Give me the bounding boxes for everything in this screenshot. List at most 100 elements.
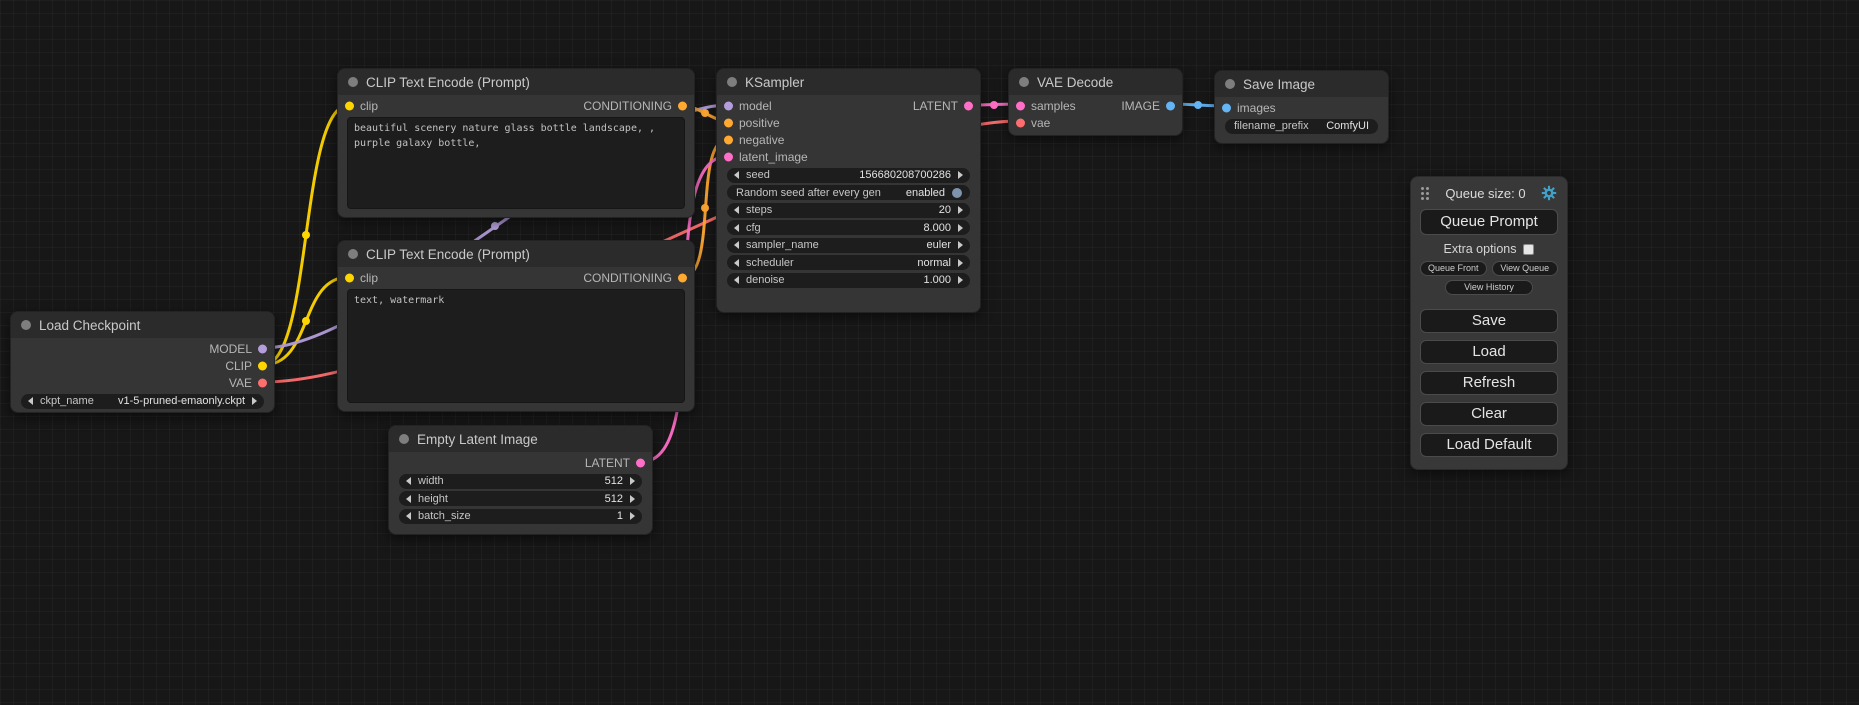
positive-prompt-textarea[interactable]: beautiful scenery nature glass bottle la… (347, 117, 685, 209)
increment-arrow-icon[interactable] (958, 276, 963, 284)
link-center-dot[interactable] (1194, 101, 1202, 109)
node-load-checkpoint[interactable]: Load Checkpoint MODEL CLIP VAE ckpt_name… (10, 311, 275, 413)
ckpt-name-widget[interactable]: ckpt_name v1-5-pruned-emaonly.ckpt (21, 394, 264, 409)
node-title: KSampler (745, 75, 804, 90)
node-clip-text-encode-positive[interactable]: CLIP Text Encode (Prompt) clip CONDITION… (337, 68, 695, 218)
node-title-bar[interactable]: Save Image (1215, 71, 1388, 97)
batch-size-widget[interactable]: batch_size 1 (399, 509, 642, 524)
widget-label: Random seed after every gen (736, 187, 881, 199)
conditioning-output-dot[interactable] (678, 273, 687, 282)
input-label: negative (739, 133, 784, 147)
vae-output-dot[interactable] (258, 378, 267, 387)
link-center-dot[interactable] (701, 204, 709, 212)
link-center-dot[interactable] (302, 231, 310, 239)
clip-input-dot[interactable] (345, 101, 354, 110)
node-ksampler[interactable]: KSampler model LATENT positive negative … (716, 68, 981, 313)
node-title-bar[interactable]: Load Checkpoint (11, 312, 274, 338)
node-save-image[interactable]: Save Image images filename_prefix ComfyU… (1214, 70, 1389, 144)
comfy-menu-panel[interactable]: Queue size: 0 Queue Prompt Extra options… (1410, 176, 1568, 470)
menu-header: Queue size: 0 (1420, 183, 1558, 208)
increment-arrow-icon[interactable] (958, 171, 963, 179)
comfyui-canvas[interactable]: Load Checkpoint MODEL CLIP VAE ckpt_name… (0, 0, 1859, 705)
decrement-arrow-icon[interactable] (406, 512, 411, 520)
cfg-widget[interactable]: cfg 8.000 (727, 220, 970, 235)
prev-value-arrow-icon[interactable] (28, 397, 33, 405)
extra-options-checkbox[interactable] (1523, 244, 1534, 255)
save-button[interactable]: Save (1420, 309, 1558, 333)
increment-arrow-icon[interactable] (958, 224, 963, 232)
filename-prefix-widget[interactable]: filename_prefix ComfyUI (1225, 119, 1378, 134)
clear-button[interactable]: Clear (1420, 402, 1558, 426)
increment-arrow-icon[interactable] (630, 495, 635, 503)
node-title: Empty Latent Image (417, 432, 538, 447)
increment-arrow-icon[interactable] (630, 477, 635, 485)
decrement-arrow-icon[interactable] (734, 206, 739, 214)
width-widget[interactable]: width 512 (399, 474, 642, 489)
decrement-arrow-icon[interactable] (734, 276, 739, 284)
link-center-dot[interactable] (491, 222, 499, 230)
latent-output-dot[interactable] (964, 101, 973, 110)
model-input-dot[interactable] (724, 101, 733, 110)
positive-input-dot[interactable] (724, 118, 733, 127)
output-label: VAE (229, 376, 252, 390)
node-empty-latent-image[interactable]: Empty Latent Image LATENT width 512 heig… (388, 425, 653, 535)
link-center-dot[interactable] (701, 109, 709, 117)
sampler-name-widget[interactable]: sampler_name euler (727, 238, 970, 253)
node-status-dot-icon (1019, 77, 1029, 87)
link-center-dot[interactable] (302, 317, 310, 325)
decrement-arrow-icon[interactable] (734, 171, 739, 179)
refresh-button[interactable]: Refresh (1420, 371, 1558, 395)
decrement-arrow-icon[interactable] (406, 477, 411, 485)
next-value-arrow-icon[interactable] (252, 397, 257, 405)
clip-input-dot[interactable] (345, 273, 354, 282)
load-button[interactable]: Load (1420, 340, 1558, 364)
prev-value-arrow-icon[interactable] (734, 241, 739, 249)
decrement-arrow-icon[interactable] (734, 224, 739, 232)
images-input-dot[interactable] (1222, 103, 1231, 112)
samples-input-dot[interactable] (1016, 101, 1025, 110)
input-label: clip (360, 271, 378, 285)
conditioning-output-dot[interactable] (678, 101, 687, 110)
increment-arrow-icon[interactable] (630, 512, 635, 520)
latent-image-input-dot[interactable] (724, 152, 733, 161)
prev-value-arrow-icon[interactable] (734, 259, 739, 267)
node-title-bar[interactable]: VAE Decode (1009, 69, 1182, 95)
denoise-widget[interactable]: denoise 1.000 (727, 273, 970, 288)
increment-arrow-icon[interactable] (958, 206, 963, 214)
node-title-bar[interactable]: Empty Latent Image (389, 426, 652, 452)
node-title-bar[interactable]: CLIP Text Encode (Prompt) (338, 241, 694, 267)
view-history-button[interactable]: View History (1445, 280, 1533, 295)
node-vae-decode[interactable]: VAE Decode samples IMAGE vae (1008, 68, 1183, 136)
height-widget[interactable]: height 512 (399, 491, 642, 506)
queue-prompt-button[interactable]: Queue Prompt (1420, 209, 1558, 235)
widget-value: 512 (605, 475, 623, 487)
image-output-dot[interactable] (1166, 101, 1175, 110)
drag-handle-icon[interactable] (1421, 186, 1430, 200)
scheduler-widget[interactable]: scheduler normal (727, 255, 970, 270)
model-output-dot[interactable] (258, 344, 267, 353)
next-value-arrow-icon[interactable] (958, 259, 963, 267)
output-slot-clip: CLIP (11, 357, 274, 374)
settings-gear-icon[interactable] (1541, 185, 1557, 201)
negative-input-dot[interactable] (724, 135, 733, 144)
node-clip-text-encode-negative[interactable]: CLIP Text Encode (Prompt) clip CONDITION… (337, 240, 695, 412)
link-center-dot[interactable] (990, 101, 998, 109)
node-title-bar[interactable]: KSampler (717, 69, 980, 95)
random-seed-toggle-widget[interactable]: Random seed after every gen enabled (727, 185, 970, 200)
node-title-bar[interactable]: CLIP Text Encode (Prompt) (338, 69, 694, 95)
seed-widget[interactable]: seed 156680208700286 (727, 168, 970, 183)
negative-prompt-textarea[interactable]: text, watermark (347, 289, 685, 403)
clip-output-dot[interactable] (258, 361, 267, 370)
decrement-arrow-icon[interactable] (406, 495, 411, 503)
next-value-arrow-icon[interactable] (958, 241, 963, 249)
widget-label: seed (746, 169, 770, 181)
view-queue-button[interactable]: View Queue (1492, 261, 1559, 276)
load-default-button[interactable]: Load Default (1420, 433, 1558, 457)
latent-output-dot[interactable] (636, 458, 645, 467)
queue-front-button[interactable]: Queue Front (1420, 261, 1487, 276)
steps-widget[interactable]: steps 20 (727, 203, 970, 218)
vae-input-dot[interactable] (1016, 118, 1025, 127)
node-title: Load Checkpoint (39, 318, 140, 333)
extra-options-label: Extra options (1444, 242, 1517, 256)
toggle-indicator-icon[interactable] (952, 188, 962, 198)
